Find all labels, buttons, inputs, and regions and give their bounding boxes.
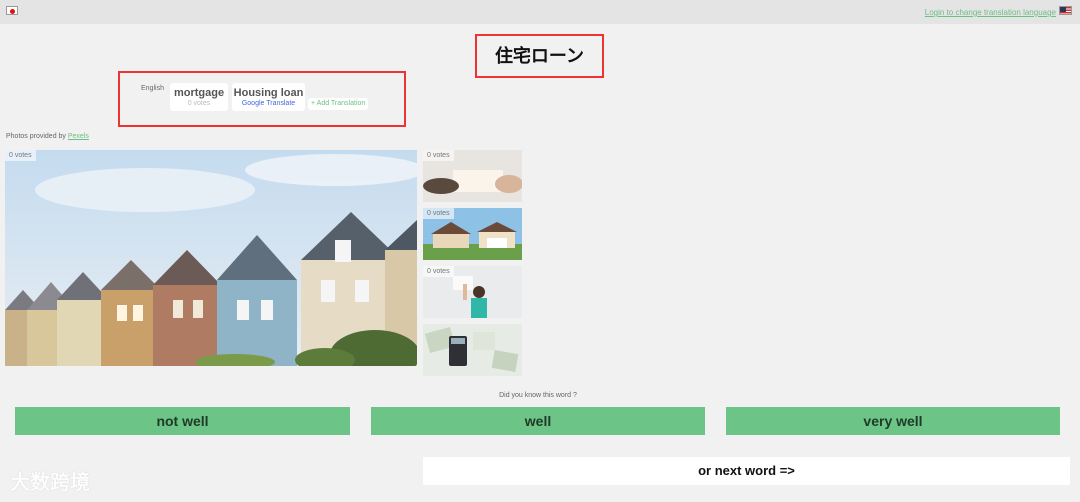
translation-source: Google Translate [241, 100, 296, 107]
translation-text: Housing loan [233, 87, 304, 99]
word-title: 住宅ローン [494, 46, 585, 66]
not-well-button[interactable]: not well [15, 407, 350, 435]
main-photo[interactable]: 0 votes [5, 150, 417, 366]
top-bar: Login to change translation language [0, 0, 1080, 24]
watermark-logo: 大数跨境 [10, 472, 90, 494]
login-change-language-link[interactable]: Login to change translation language [925, 8, 1056, 17]
translation-text: mortgage [173, 87, 225, 99]
translation-chip-mortgage[interactable]: mortgage 0 votes [170, 83, 228, 111]
pexels-link[interactable]: Pexels [68, 133, 89, 140]
photos-credit: Photos provided by Pexels [6, 133, 89, 140]
add-translation-button[interactable]: + Add Translation [308, 98, 369, 110]
translation-votes: 0 votes [187, 100, 211, 107]
thumbnail-votes: 0 votes [423, 150, 454, 161]
word-title-box: 住宅ローン [475, 34, 604, 78]
us-flag-icon[interactable] [1059, 6, 1072, 15]
main-photo-votes: 0 votes [5, 150, 36, 161]
translation-chip-housing-loan[interactable]: Housing loan Google Translate [232, 83, 305, 111]
japan-flag-icon[interactable] [6, 6, 18, 15]
translations-panel: English mortgage 0 votes Housing loan Go… [118, 71, 406, 127]
thumbnail-photo-2[interactable]: 0 votes [423, 208, 522, 260]
well-button[interactable]: well [371, 407, 705, 435]
language-label: English [141, 85, 164, 92]
photos-credit-text: Photos provided by [6, 133, 68, 140]
thumbnail-votes: 0 votes [423, 208, 454, 219]
next-word-button[interactable]: or next word => [423, 457, 1070, 485]
houses-photo-illustration [5, 150, 417, 366]
thumbnail-photo-4[interactable] [423, 324, 522, 376]
did-you-know-prompt: Did you know this word ? [499, 392, 577, 399]
calculator-money-illustration [423, 324, 522, 376]
thumbnail-photo-3[interactable]: 0 votes [423, 266, 522, 318]
very-well-button[interactable]: very well [726, 407, 1060, 435]
thumbnail-votes: 0 votes [423, 266, 454, 277]
thumbnail-photo-1[interactable]: 0 votes [423, 150, 522, 202]
